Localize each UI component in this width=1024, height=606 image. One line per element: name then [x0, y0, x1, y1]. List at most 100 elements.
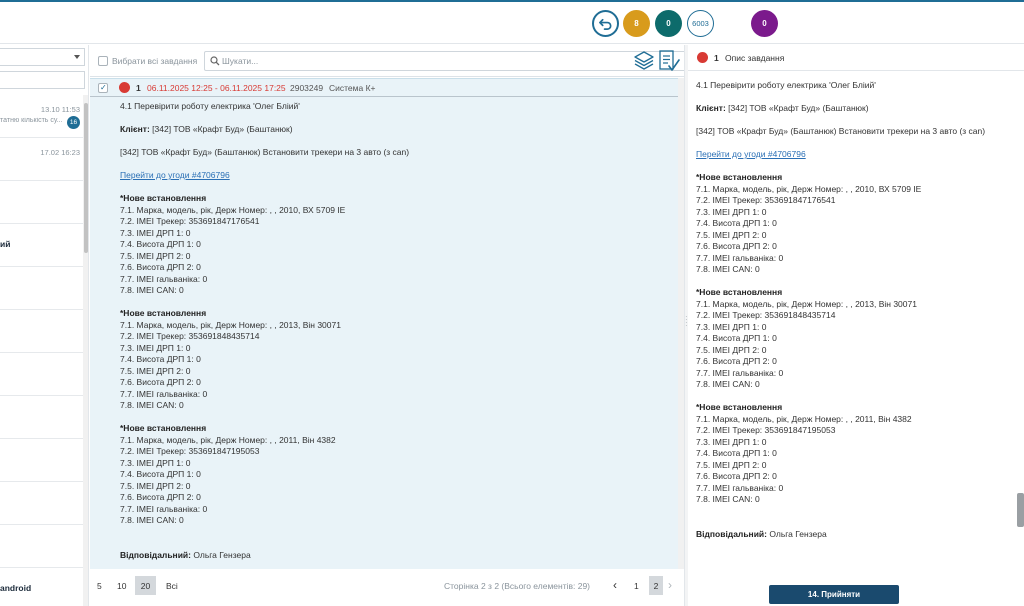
install-line: 7.6. Висота ДРП 2: 0	[120, 492, 201, 502]
task-description: 4.1 Перевірити роботу електрика 'Олег Бл…	[120, 101, 660, 561]
install-line: 7.3. IMEI ДРП 1: 0	[120, 227, 191, 238]
chevron-right-icon[interactable]: ›	[668, 578, 672, 592]
list-item[interactable]: ий	[0, 224, 83, 267]
sidebar-list: 13.10 11:53 татню кількість су... 16 17.…	[0, 95, 83, 606]
install-line: 7.5. IMEI ДРП 2: 0	[696, 459, 767, 470]
deal-link[interactable]: Перейти до угоди #4706796	[696, 149, 806, 159]
priority-dot	[697, 52, 708, 63]
task-checkbox[interactable]: ✓	[98, 83, 108, 93]
responsible-line: Відповідальний: Ольга Гензера	[696, 529, 1014, 541]
list-item[interactable]	[0, 353, 83, 396]
page-size-5[interactable]: 5	[97, 581, 102, 591]
page-size-all[interactable]: Всі	[166, 581, 178, 591]
install-header: *Нове встановлення	[696, 287, 783, 297]
task-title: 4.1 Перевірити роботу електрика 'Олег Бл…	[696, 80, 876, 90]
install-line: 7.1. Марка, модель, рік, Держ Номер: , ,…	[120, 204, 346, 215]
install-line: 7.5. IMEI ДРП 2: 0	[120, 480, 191, 491]
install-line: 7.2. IMEI Трекер: 353691848435714	[120, 331, 260, 341]
scrollbar-thumb[interactable]	[84, 103, 88, 253]
client-value: [342] ТОВ «Крафт Буд» (Баштанюк)	[728, 103, 869, 113]
select-all-checkbox[interactable]	[98, 56, 108, 66]
undo-icon	[599, 18, 612, 30]
left-sidebar: 13.10 11:53 татню кількість су... 16 17.…	[0, 45, 89, 606]
sidebar-search-input[interactable]	[0, 71, 85, 89]
page-size-20[interactable]: 20	[135, 576, 156, 595]
list-item[interactable]	[0, 267, 83, 310]
sidebar-scrollbar[interactable]	[83, 95, 88, 606]
counter-badge-teal[interactable]: 0	[655, 10, 682, 37]
task-header: ✓ 1 06.11.2025 12:25 - 06.11.2025 17:25 …	[90, 79, 678, 97]
install-line: 7.4. Висота ДРП 1: 0	[120, 469, 201, 479]
task-number: 1	[136, 83, 141, 93]
install-line: 7.7. IMEI гальваніка: 0	[696, 252, 784, 263]
install-line: 7.8. IMEI CAN: 0	[120, 400, 184, 410]
chevron-left-icon[interactable]: ‹	[613, 578, 617, 592]
chevron-down-icon	[74, 55, 80, 59]
install-line: 7.1. Марка, модель, рік, Держ Номер: , ,…	[696, 413, 912, 424]
install-header: *Нове встановлення	[120, 308, 207, 318]
install-line: 7.2. IMEI Трекер: 353691848435714	[696, 310, 836, 320]
list-item-title: ий	[0, 239, 11, 249]
install-line: 7.6. Висота ДРП 2: 0	[696, 471, 777, 481]
task-dates: 06.11.2025 12:25 - 06.11.2025 17:25	[147, 83, 286, 93]
task-detail-panel: 1 Опис завдання 4.1 Перевірити роботу ел…	[688, 45, 1024, 606]
list-item[interactable]: 17.02 16:23	[0, 138, 83, 181]
task-card[interactable]: ✓ 1 06.11.2025 12:25 - 06.11.2025 17:25 …	[90, 78, 678, 569]
install-line: 7.2. IMEI Трекер: 353691847176541	[696, 195, 836, 205]
deal-link[interactable]: Перейти до угоди #4706796	[120, 170, 230, 180]
layers-icon[interactable]	[633, 49, 655, 71]
list-item[interactable]: 13.10 11:53 татню кількість су... 16	[0, 95, 83, 138]
list-item[interactable]: android	[0, 568, 83, 606]
list-item[interactable]	[0, 181, 83, 224]
list-item[interactable]	[0, 439, 83, 482]
responsible-line: Відповідальний: Ольга Гензера	[120, 550, 660, 562]
responsible-value: Ольга Гензера	[193, 549, 251, 560]
install-header: *Нове встановлення	[120, 423, 207, 433]
task-summary: [342] ТОВ «Крафт Буд» (Баштанюк) Встанов…	[120, 147, 410, 157]
list-item[interactable]	[0, 482, 83, 525]
install-line: 7.4. Висота ДРП 1: 0	[696, 448, 777, 458]
install-line: 7.6. Висота ДРП 2: 0	[120, 377, 201, 387]
counter-badge-orange[interactable]: 8	[623, 10, 650, 37]
checklist-icon[interactable]	[658, 49, 680, 73]
responsible-value: Ольга Гензера	[769, 528, 827, 539]
install-line: 7.1. Марка, модель, рік, Держ Номер: , ,…	[696, 298, 917, 309]
task-list-panel: Вибрати всі завдання ✓ 1	[90, 45, 718, 606]
install-header: *Нове встановлення	[696, 172, 783, 182]
install-line: 7.8. IMEI CAN: 0	[120, 515, 184, 525]
detail-number: 1	[714, 53, 719, 63]
page-1-button[interactable]: 1	[634, 581, 639, 591]
counter-badge-purple[interactable]: 0	[751, 10, 778, 37]
page-size-10[interactable]: 10	[117, 581, 126, 591]
list-item-date: 17.02 16:23	[40, 148, 80, 157]
install-line: 7.8. IMEI CAN: 0	[120, 285, 184, 295]
client-label: Клієнт:	[696, 103, 726, 113]
install-line: 7.5. IMEI ДРП 2: 0	[696, 229, 767, 240]
install-line: 7.7. IMEI гальваніка: 0	[696, 482, 784, 493]
list-item[interactable]	[0, 310, 83, 353]
install-line: 7.2. IMEI Трекер: 353691847176541	[120, 216, 260, 226]
install-line: 7.5. IMEI ДРП 2: 0	[120, 365, 191, 376]
install-line: 7.7. IMEI гальваніка: 0	[120, 503, 208, 514]
list-item[interactable]	[0, 525, 83, 568]
install-line: 7.7. IMEI гальваніка: 0	[120, 273, 208, 284]
priority-dot	[119, 82, 130, 93]
list-item-title: android	[0, 583, 32, 593]
client-value: [342] ТОВ «Крафт Буд» (Баштанюк)	[152, 124, 293, 134]
install-line: 7.8. IMEI CAN: 0	[696, 494, 760, 504]
list-item[interactable]	[0, 396, 83, 439]
install-line: 7.2. IMEI Трекер: 353691847195053	[696, 425, 836, 435]
install-line: 7.3. IMEI ДРП 1: 0	[120, 342, 191, 353]
detail-scrollbar-thumb[interactable]	[1017, 493, 1024, 527]
filter-select[interactable]	[0, 48, 85, 66]
counter-badge-outline[interactable]: 6003	[687, 10, 714, 37]
accept-button[interactable]: 14. Прийняти	[769, 585, 899, 604]
install-line: 7.1. Марка, модель, рік, Держ Номер: , ,…	[120, 434, 336, 445]
install-line: 7.7. IMEI гальваніка: 0	[120, 388, 208, 399]
list-item-date: 13.10 11:53	[40, 105, 80, 114]
task-title: 4.1 Перевірити роботу електрика 'Олег Бл…	[120, 101, 300, 111]
undo-button[interactable]	[592, 10, 619, 37]
search-icon	[210, 56, 220, 66]
page-2-button[interactable]: 2	[649, 576, 663, 595]
install-line: 7.1. Марка, модель, рік, Держ Номер: , ,…	[120, 319, 341, 330]
